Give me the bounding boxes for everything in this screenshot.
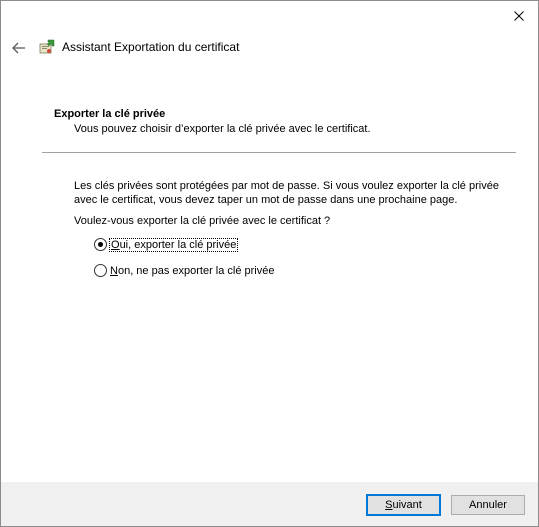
- section-title: Exporter la clé privée: [54, 108, 166, 120]
- radio-export-yes[interactable]: Oui, exporter la clé privée: [94, 237, 239, 252]
- mnemonic-o: O: [111, 238, 120, 251]
- close-icon: [514, 11, 524, 21]
- radio-button-unselected[interactable]: [94, 264, 107, 277]
- radio-export-no-label[interactable]: Non, ne pas exporter la clé privée: [110, 265, 275, 277]
- radio-button-selected[interactable]: [94, 238, 107, 251]
- close-button[interactable]: [506, 5, 532, 27]
- question-text: Voulez-vous exporter la clé privée avec …: [74, 215, 331, 227]
- button-bar: Suivant Annuler: [1, 482, 538, 526]
- wizard-window: Assistant Exportation du certificat Expo…: [0, 0, 539, 527]
- back-button[interactable]: [9, 38, 29, 58]
- header-separator: [42, 152, 516, 153]
- radio-export-no[interactable]: Non, ne pas exporter la clé privée: [94, 264, 275, 277]
- wizard-title: Assistant Exportation du certificat: [62, 40, 240, 54]
- next-button-text: uivant: [392, 499, 422, 511]
- radio-export-no-text: on, ne pas exporter la clé privée: [117, 264, 275, 277]
- mnemonic-n: N: [110, 264, 118, 277]
- back-arrow-icon: [12, 42, 25, 54]
- radio-dot: [98, 242, 103, 247]
- section-subtitle: Vous pouvez choisir d’exporter la clé pr…: [74, 123, 371, 135]
- radio-export-yes-text: ui, exporter la clé privée: [119, 238, 237, 251]
- radio-export-yes-label[interactable]: Oui, exporter la clé privée: [108, 237, 239, 252]
- next-button[interactable]: Suivant: [366, 494, 441, 516]
- cancel-button[interactable]: Annuler: [451, 495, 525, 515]
- certificate-wizard-icon: [39, 39, 55, 54]
- info-text: Les clés privées sont protégées par mot …: [74, 180, 499, 206]
- mnemonic-s: S: [385, 499, 393, 511]
